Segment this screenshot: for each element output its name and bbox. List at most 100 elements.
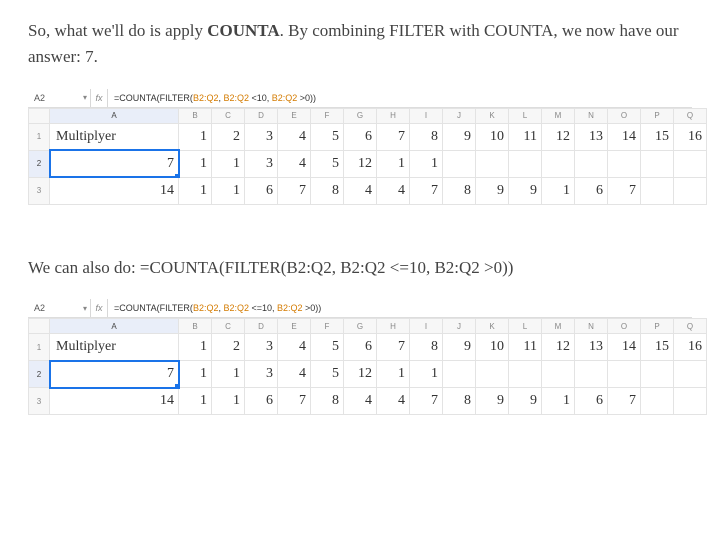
col-header[interactable]: K — [476, 108, 509, 123]
cell[interactable]: 1 — [212, 150, 245, 177]
col-header[interactable]: I — [410, 319, 443, 334]
cell[interactable]: 5 — [311, 123, 344, 150]
cell[interactable]: 6 — [344, 334, 377, 361]
cell-A3[interactable]: 14 — [50, 388, 179, 415]
cell[interactable]: 8 — [311, 388, 344, 415]
col-header[interactable]: P — [641, 108, 674, 123]
cell[interactable]: 9 — [443, 334, 476, 361]
cell[interactable] — [476, 361, 509, 388]
cell[interactable]: 9 — [509, 177, 542, 204]
cell-A1[interactable]: Multiplyer — [50, 123, 179, 150]
col-header[interactable]: B — [179, 108, 212, 123]
cell[interactable]: 7 — [377, 123, 410, 150]
cell[interactable]: 8 — [311, 177, 344, 204]
cell[interactable]: 7 — [410, 177, 443, 204]
cell[interactable]: 4 — [344, 177, 377, 204]
cell[interactable] — [674, 361, 707, 388]
cell[interactable] — [641, 361, 674, 388]
cell[interactable] — [608, 361, 641, 388]
cell[interactable] — [674, 150, 707, 177]
col-header[interactable]: O — [608, 319, 641, 334]
col-header[interactable]: Q — [674, 108, 707, 123]
cell[interactable]: 10 — [476, 123, 509, 150]
row-header-2[interactable]: 2 — [29, 150, 50, 177]
cell-A1[interactable]: Multiplyer — [50, 334, 179, 361]
cell[interactable]: 1 — [179, 150, 212, 177]
cell[interactable] — [443, 150, 476, 177]
row-header-2[interactable]: 2 — [29, 361, 50, 388]
col-header[interactable]: H — [377, 319, 410, 334]
cell[interactable]: 1 — [377, 150, 410, 177]
cell-A2-active[interactable]: 7 — [50, 150, 179, 177]
cell[interactable]: 11 — [509, 334, 542, 361]
col-header[interactable]: G — [344, 108, 377, 123]
cell[interactable]: 12 — [344, 361, 377, 388]
col-header[interactable]: G — [344, 319, 377, 334]
cell[interactable]: 3 — [245, 123, 278, 150]
row-header-3[interactable]: 3 — [29, 177, 50, 204]
row-header-1[interactable]: 1 — [29, 123, 50, 150]
cell[interactable]: 6 — [245, 388, 278, 415]
cell[interactable]: 2 — [212, 123, 245, 150]
cell[interactable]: 9 — [476, 388, 509, 415]
corner-cell[interactable] — [29, 319, 50, 334]
cell[interactable] — [608, 150, 641, 177]
col-header[interactable]: E — [278, 319, 311, 334]
cell[interactable]: 10 — [476, 334, 509, 361]
col-header[interactable]: M — [542, 108, 575, 123]
cell[interactable] — [674, 388, 707, 415]
cell[interactable]: 6 — [344, 123, 377, 150]
cell[interactable]: 14 — [608, 334, 641, 361]
col-header[interactable]: K — [476, 319, 509, 334]
col-header[interactable]: C — [212, 108, 245, 123]
cell[interactable]: 12 — [542, 123, 575, 150]
cell[interactable]: 3 — [245, 150, 278, 177]
cell[interactable]: 12 — [542, 334, 575, 361]
cell[interactable]: 16 — [674, 334, 707, 361]
col-header[interactable]: H — [377, 108, 410, 123]
cell[interactable]: 5 — [311, 361, 344, 388]
cell[interactable]: 6 — [245, 177, 278, 204]
col-header[interactable]: O — [608, 108, 641, 123]
cell[interactable]: 16 — [674, 123, 707, 150]
row-header-1[interactable]: 1 — [29, 334, 50, 361]
cell[interactable]: 6 — [575, 177, 608, 204]
col-header[interactable]: D — [245, 319, 278, 334]
cell[interactable]: 1 — [542, 388, 575, 415]
cell[interactable]: 8 — [443, 388, 476, 415]
cell[interactable]: 8 — [410, 334, 443, 361]
cell[interactable]: 5 — [311, 150, 344, 177]
col-header[interactable]: N — [575, 319, 608, 334]
name-box-dropdown-icon[interactable]: ▾ — [80, 304, 90, 313]
cell[interactable]: 13 — [575, 123, 608, 150]
col-header[interactable]: C — [212, 319, 245, 334]
cell[interactable]: 1 — [410, 361, 443, 388]
cell[interactable]: 12 — [344, 150, 377, 177]
cell[interactable]: 4 — [278, 123, 311, 150]
col-header[interactable]: F — [311, 108, 344, 123]
cell[interactable]: 15 — [641, 123, 674, 150]
cell[interactable]: 4 — [278, 361, 311, 388]
col-header[interactable]: P — [641, 319, 674, 334]
name-box-dropdown-icon[interactable]: ▾ — [80, 93, 90, 102]
col-header-A[interactable]: A — [50, 108, 179, 123]
col-header-A[interactable]: A — [50, 319, 179, 334]
cell[interactable]: 13 — [575, 334, 608, 361]
col-header[interactable]: F — [311, 319, 344, 334]
cell[interactable] — [542, 150, 575, 177]
col-header[interactable]: I — [410, 108, 443, 123]
cell[interactable]: 9 — [443, 123, 476, 150]
col-header[interactable]: B — [179, 319, 212, 334]
cell[interactable] — [641, 177, 674, 204]
col-header[interactable]: L — [509, 108, 542, 123]
col-header[interactable]: L — [509, 319, 542, 334]
col-header[interactable]: J — [443, 108, 476, 123]
cell-A3[interactable]: 14 — [50, 177, 179, 204]
cell-A2-active[interactable]: 7 — [50, 361, 179, 388]
row-header-3[interactable]: 3 — [29, 388, 50, 415]
cell[interactable] — [674, 177, 707, 204]
cell[interactable]: 1 — [542, 177, 575, 204]
cell[interactable]: 1 — [410, 150, 443, 177]
cell[interactable] — [641, 388, 674, 415]
sheet-grid[interactable]: A B C D E F G H I J K L M N O P Q — [28, 318, 707, 415]
